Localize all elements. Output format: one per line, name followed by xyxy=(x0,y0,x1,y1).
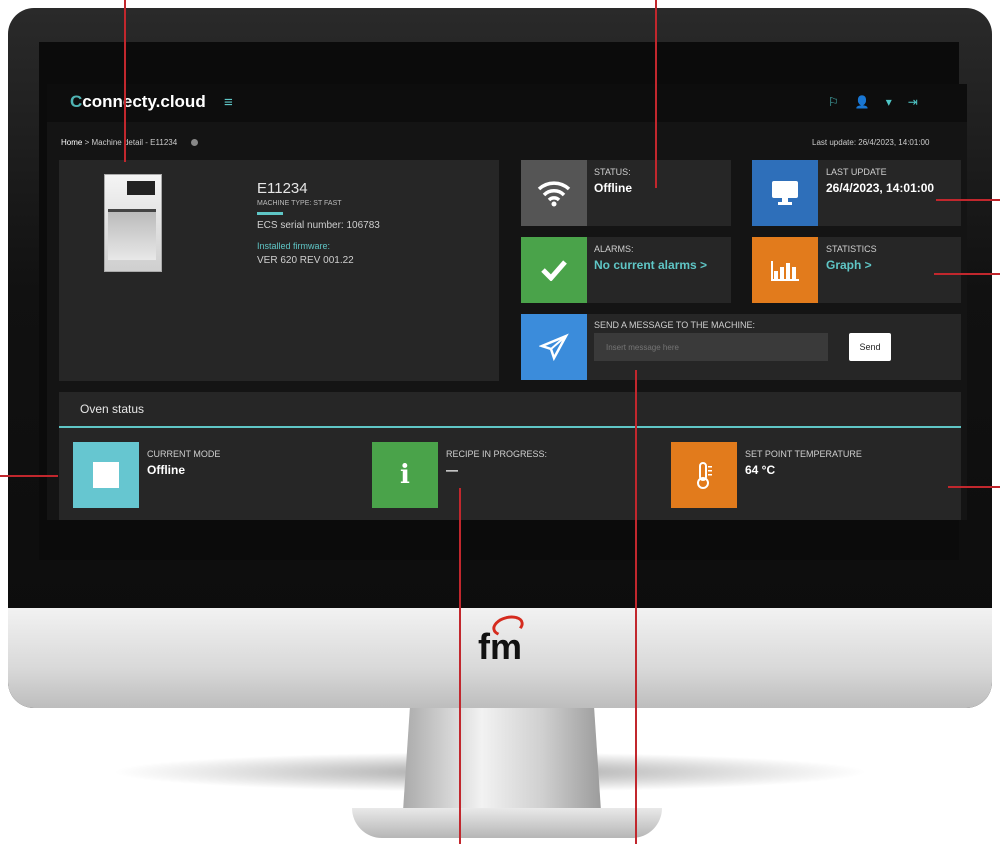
send-button[interactable]: Send xyxy=(849,333,891,361)
temperature-value: 64 °C xyxy=(745,463,776,477)
accent-line xyxy=(257,212,283,215)
wifi-icon xyxy=(521,160,587,226)
message-label: SEND A MESSAGE TO THE MACHINE: xyxy=(594,320,756,330)
message-input[interactable] xyxy=(594,333,828,361)
current-mode-label: CURRENT MODE xyxy=(147,449,221,459)
user-icon[interactable]: 👤 xyxy=(855,95,870,109)
statistics-label: STATISTICS xyxy=(826,244,877,254)
flag-icon[interactable]: ⚐ xyxy=(828,95,839,109)
firmware-value: VER 620 REV 001.22 xyxy=(257,255,354,266)
breadcrumb-home[interactable]: Home xyxy=(61,138,82,147)
machine-name: E11234 xyxy=(257,180,308,197)
oven-status-divider xyxy=(59,426,961,428)
graph-link[interactable]: Graph > xyxy=(826,258,872,272)
oven-status-title: Oven status xyxy=(80,402,145,416)
last-update-text: Last update: 26/4/2023, 14:01:00 xyxy=(812,138,930,147)
breadcrumb: Home > Machine detail - E11234 xyxy=(61,138,199,147)
callout-line-message xyxy=(635,370,637,844)
header-icons: ⚐ 👤 ▾ ⇥ xyxy=(828,95,918,109)
logout-icon[interactable]: ⇥ xyxy=(908,95,918,109)
monitor-icon xyxy=(752,160,818,226)
square-icon xyxy=(73,442,139,508)
callout-line-status xyxy=(655,0,657,188)
monitor-stand-base xyxy=(352,808,662,838)
bar-chart-icon xyxy=(752,237,818,303)
alarms-link[interactable]: No current alarms > xyxy=(594,258,707,272)
firmware-label: Installed firmware: xyxy=(257,241,331,251)
alarms-label: ALARMS: xyxy=(594,244,634,254)
last-update-value: 26/4/2023, 14:01:00 xyxy=(826,181,935,195)
paper-plane-icon xyxy=(521,314,587,380)
current-mode-value: Offline xyxy=(147,463,185,477)
breadcrumb-current: Machine detail - E11234 xyxy=(91,138,178,147)
machine-type: MACHINE TYPE: ST FAST xyxy=(257,200,342,207)
serial-number: ECS serial number: 106783 xyxy=(257,220,380,231)
callout-line-last-update xyxy=(936,199,1000,201)
thermometer-icon xyxy=(671,442,737,508)
connection-dot xyxy=(191,139,199,147)
last-update-label: LAST UPDATE xyxy=(826,167,887,177)
check-icon xyxy=(521,237,587,303)
callout-line-statistics xyxy=(934,273,1000,275)
info-icon: i xyxy=(372,442,438,508)
status-label: STATUS: xyxy=(594,167,631,177)
callout-line-recipe xyxy=(459,488,461,844)
recipe-value: — xyxy=(446,463,458,477)
callout-line-machine xyxy=(124,0,126,162)
status-value: Offline xyxy=(594,181,632,195)
fm-brand-logo: fm xyxy=(478,612,527,668)
oven-image xyxy=(104,174,162,272)
recipe-label: RECIPE IN PROGRESS: xyxy=(446,449,548,459)
caret-down-icon[interactable]: ▾ xyxy=(886,95,892,109)
app-logo[interactable]: Cconnecty.cloud xyxy=(70,92,206,112)
callout-line-temperature xyxy=(948,486,1000,488)
callout-line-current-mode xyxy=(0,475,58,477)
hamburger-icon[interactable]: ≡ xyxy=(224,94,233,111)
temperature-label: SET POINT TEMPERATURE xyxy=(745,449,862,459)
